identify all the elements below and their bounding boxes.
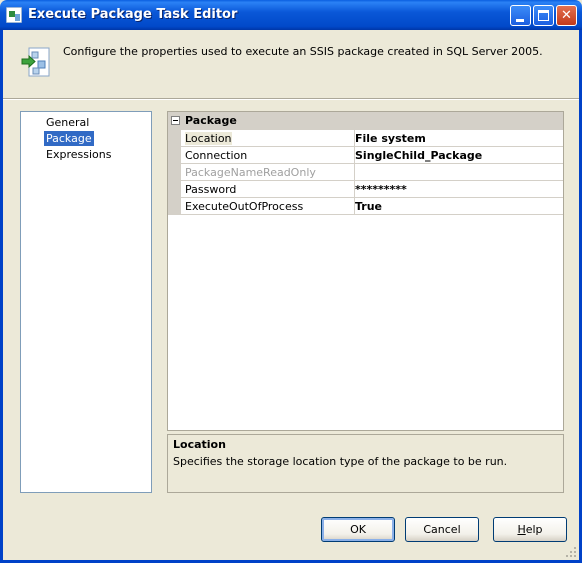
description-title: Location — [173, 438, 226, 451]
ok-button[interactable]: OK — [321, 517, 395, 542]
execute-package-icon — [21, 47, 50, 77]
minimize-icon — [516, 19, 524, 22]
description-text: Specifies the storage location type of t… — [173, 455, 508, 468]
property-name: ExecuteOutOfProcess — [185, 200, 304, 213]
property-grid[interactable]: Package Location File system Connection … — [167, 111, 564, 431]
nav-item-general[interactable]: General — [44, 115, 91, 130]
help-mnemonic: H — [517, 523, 526, 536]
maximize-icon — [538, 10, 549, 21]
cancel-button[interactable]: Cancel — [405, 517, 479, 542]
nav-item-package[interactable]: Package — [44, 131, 94, 146]
nav-item-expressions[interactable]: Expressions — [44, 147, 113, 162]
dialog-description: Configure the properties used to execute… — [63, 45, 543, 58]
window-frame-left — [0, 30, 3, 563]
property-row-password[interactable]: Password ********* — [181, 181, 563, 198]
property-value[interactable]: SingleChild_Package — [355, 149, 482, 162]
close-icon: ✕ — [561, 8, 572, 23]
package-task-icon — [6, 7, 22, 23]
dialog-header: Configure the properties used to execute… — [3, 30, 579, 98]
header-divider — [3, 98, 579, 100]
title-bar[interactable]: Execute Package Task Editor ✕ — [0, 0, 582, 30]
property-row-executeoutofprocess[interactable]: ExecuteOutOfProcess True — [181, 198, 563, 215]
property-row-connection[interactable]: Connection SingleChild_Package — [181, 147, 563, 164]
minimize-button[interactable] — [510, 5, 531, 26]
property-name: Password — [185, 183, 237, 196]
maximize-button[interactable] — [533, 5, 554, 26]
property-name: PackageNameReadOnly — [185, 166, 316, 179]
grid-gutter — [168, 130, 181, 215]
column-divider — [354, 164, 355, 181]
collapse-icon[interactable] — [171, 116, 180, 125]
page-list[interactable]: General Package Expressions — [20, 111, 152, 493]
property-name: Location — [185, 132, 232, 145]
property-value[interactable]: ********* — [355, 183, 407, 196]
property-description-pane: Location Specifies the storage location … — [167, 434, 564, 493]
resize-grip-icon[interactable] — [565, 546, 577, 558]
property-name: Connection — [185, 149, 248, 162]
property-value[interactable]: True — [355, 200, 382, 213]
property-row-packagenamereadonly[interactable]: PackageNameReadOnly — [181, 164, 563, 181]
help-button[interactable]: Help — [493, 517, 567, 542]
category-label: Package — [185, 114, 237, 127]
help-label-rest: elp — [525, 523, 543, 536]
close-button[interactable]: ✕ — [556, 5, 577, 26]
property-row-location[interactable]: Location File system — [181, 130, 563, 147]
property-value[interactable]: File system — [355, 132, 426, 145]
category-header-package[interactable]: Package — [168, 112, 563, 130]
window-title: Execute Package Task Editor — [28, 7, 238, 22]
